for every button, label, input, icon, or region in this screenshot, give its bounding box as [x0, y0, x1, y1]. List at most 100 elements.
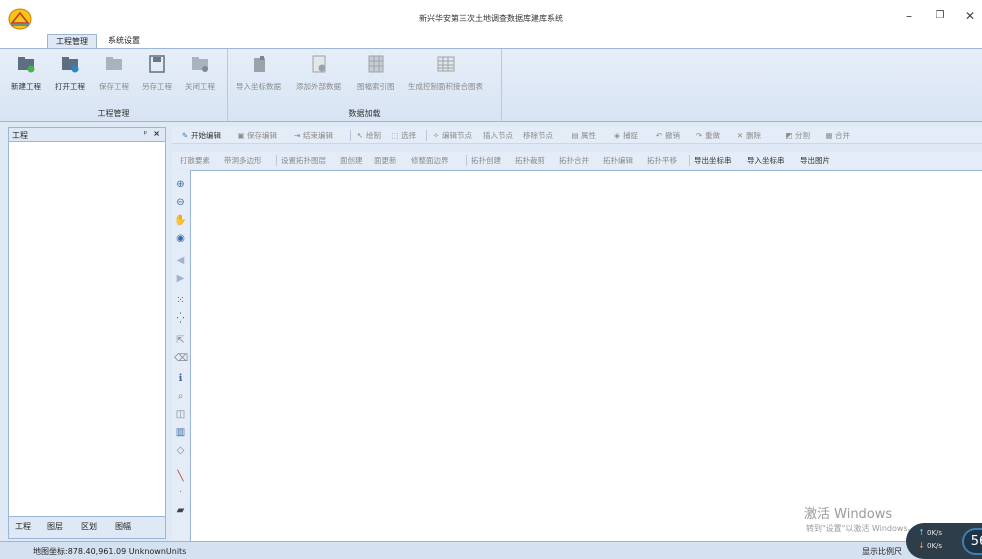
point-tool-icon[interactable]: ·	[174, 486, 187, 499]
ribbon-group-project: 新建工程 打开工程 保存工程 另存工程 关闭工程 工程管理	[0, 49, 228, 121]
add-external-data-label: 添加外部数据	[296, 82, 341, 91]
project-panel-tabs: 工程 图层 区划 图幅	[9, 516, 165, 538]
topology-clip-button[interactable]: 拓扑裁剪	[515, 155, 545, 166]
zoom-in-icon[interactable]: ⊕	[174, 178, 187, 191]
minimize-button[interactable]: –	[898, 8, 920, 24]
fixed-zoom-out-icon[interactable]: ⁛	[174, 312, 187, 325]
eraser-icon[interactable]: ▰	[174, 504, 187, 517]
swipe-icon[interactable]: ▥	[174, 426, 187, 439]
tab-regions[interactable]: 区划	[81, 521, 97, 532]
close-window-button[interactable]: ✕	[959, 8, 981, 24]
zoom-out-icon[interactable]: ⊖	[174, 196, 187, 209]
full-extent-icon[interactable]: ◉	[174, 232, 187, 245]
project-panel: 工程 ᵖ × 工程 图层 区划 图幅	[8, 127, 166, 539]
download-arrow-icon: ↓	[918, 541, 925, 550]
edit-vertex-button[interactable]: ✧ 编辑节点	[431, 130, 472, 141]
select-icon: ⬚	[391, 131, 399, 140]
add-external-data-icon	[312, 55, 325, 73]
undo-button[interactable]: ↶ 撤销	[654, 130, 680, 141]
area-table-icon	[437, 56, 454, 72]
donut-polygon-button[interactable]: 带洞多边形	[224, 155, 262, 166]
project-tree[interactable]	[9, 143, 165, 516]
split-icon: ◩	[785, 131, 793, 140]
save-project-button[interactable]: 保存工程	[99, 55, 129, 92]
snap-label: 捕捉	[623, 131, 638, 140]
ribbon-group-title-data-load: 数据加载	[348, 109, 381, 118]
pin-icon[interactable]: ᵖ	[144, 129, 147, 138]
network-speed-widget[interactable]: ↑ 0K/s ↓ 0K/s 56	[906, 523, 982, 559]
set-topology-layer-button[interactable]: 设置拓扑图层	[281, 155, 326, 166]
toolbar-separator	[426, 130, 427, 141]
clear-selection-icon[interactable]: ⌫	[174, 352, 188, 365]
area-table-label: 生成控制面积接合图表	[408, 82, 483, 91]
sheet-index-icon	[368, 55, 384, 73]
snap-button[interactable]: ◈ 捕捉	[612, 130, 638, 141]
topology-create-button[interactable]: 拓扑创建	[471, 155, 501, 166]
polygon-update-button[interactable]: 面更新	[374, 155, 397, 166]
explode-feature-button[interactable]: 打散要素	[180, 155, 210, 166]
delete-button[interactable]: ✕ 删除	[735, 130, 761, 141]
topology-move-button[interactable]: 拓扑平移	[647, 155, 677, 166]
merge-label: 合并	[835, 131, 850, 140]
map-canvas[interactable]	[190, 170, 982, 541]
back-icon[interactable]: ◀	[174, 254, 187, 267]
sheet-index-button[interactable]: 图幅索引图	[357, 55, 395, 92]
tab-project[interactable]: 工程	[15, 521, 31, 532]
import-coordinate-string-button[interactable]: 导入坐标串	[747, 155, 785, 166]
close-project-button[interactable]: 关闭工程	[185, 55, 215, 92]
merge-button[interactable]: ▦ 合并	[824, 130, 850, 141]
open-project-icon	[62, 57, 79, 73]
pan-icon[interactable]: ✋	[174, 214, 187, 227]
close-project-icon	[192, 57, 208, 72]
draw-button[interactable]: ↖ 绘制	[355, 130, 381, 141]
attributes-icon: ▤	[571, 131, 579, 140]
save-project-icon	[106, 57, 122, 70]
area-table-button[interactable]: 生成控制面积接合图表	[408, 55, 483, 92]
maximize-button[interactable]: ❐	[929, 8, 951, 24]
line-tool-icon[interactable]: ╲	[174, 470, 187, 483]
start-edit-button[interactable]: ✎ 开始编辑	[180, 130, 221, 141]
select-feature-icon[interactable]: ⇱	[174, 334, 187, 347]
topology-merge-button[interactable]: 拓扑合并	[559, 155, 589, 166]
new-project-button[interactable]: 新建工程	[11, 55, 41, 92]
activate-windows-title: 激活 Windows	[804, 507, 893, 522]
start-edit-label: 开始编辑	[191, 131, 221, 140]
activate-windows-subtitle: 转到"设置"以激活 Windows。	[806, 524, 916, 533]
export-coordinates-button[interactable]: 导出坐标串	[694, 155, 732, 166]
ribbon-group-data-load: 导入坐标数据 添加外部数据 图幅索引图 生成控制面积接合图表 数据加载	[228, 49, 502, 121]
trim-boundary-button[interactable]: 修整面边界	[411, 155, 449, 166]
start-edit-icon: ✎	[181, 131, 189, 140]
split-button[interactable]: ◩ 分割	[784, 130, 810, 141]
rotate-icon[interactable]: ◇	[174, 444, 187, 457]
insert-vertex-button[interactable]: 插入节点	[483, 130, 513, 141]
tab-system-settings[interactable]: 系统设置	[100, 34, 148, 49]
open-project-button[interactable]: 打开工程	[55, 55, 85, 92]
forward-icon[interactable]: ▶	[174, 272, 187, 285]
save-edit-button[interactable]: ▣ 保存编辑	[236, 130, 277, 141]
remove-vertex-button[interactable]: 移除节点	[523, 130, 553, 141]
select-button[interactable]: ⬚ 选择	[390, 130, 416, 141]
close-project-label: 关闭工程	[185, 82, 215, 91]
tab-layers[interactable]: 图层	[47, 521, 63, 532]
end-edit-button[interactable]: ⇥ 结束编辑	[292, 130, 333, 141]
fixed-zoom-in-icon[interactable]: ⁙	[174, 294, 187, 307]
panel-close-icon[interactable]: ×	[153, 129, 160, 138]
add-external-data-button[interactable]: 添加外部数据	[296, 55, 341, 92]
tab-project-management[interactable]: 工程管理	[47, 34, 97, 49]
import-coordinates-button[interactable]: 导入坐标数据	[236, 55, 281, 92]
window-title: 新兴华安第三次土地调查数据库建库系统	[419, 14, 563, 23]
tab-sheets[interactable]: 图幅	[115, 521, 131, 532]
upload-arrow-icon: ↑	[918, 528, 925, 537]
export-image-button[interactable]: 导出图片	[800, 155, 830, 166]
save-as-project-button[interactable]: 另存工程	[142, 55, 172, 92]
attributes-button[interactable]: ▤ 属性	[570, 130, 596, 141]
attributes-label: 属性	[581, 131, 596, 140]
identify-icon[interactable]: ℹ	[174, 372, 187, 385]
measure-icon[interactable]: ◫	[174, 408, 187, 421]
polygon-create-button[interactable]: 面创建	[340, 155, 363, 166]
redo-button[interactable]: ↷ 重做	[694, 130, 720, 141]
find-icon[interactable]: ⌕	[174, 390, 187, 403]
new-project-label: 新建工程	[11, 82, 41, 91]
toolbar-separator	[276, 155, 277, 166]
topology-edit-button[interactable]: 拓扑编辑	[603, 155, 633, 166]
